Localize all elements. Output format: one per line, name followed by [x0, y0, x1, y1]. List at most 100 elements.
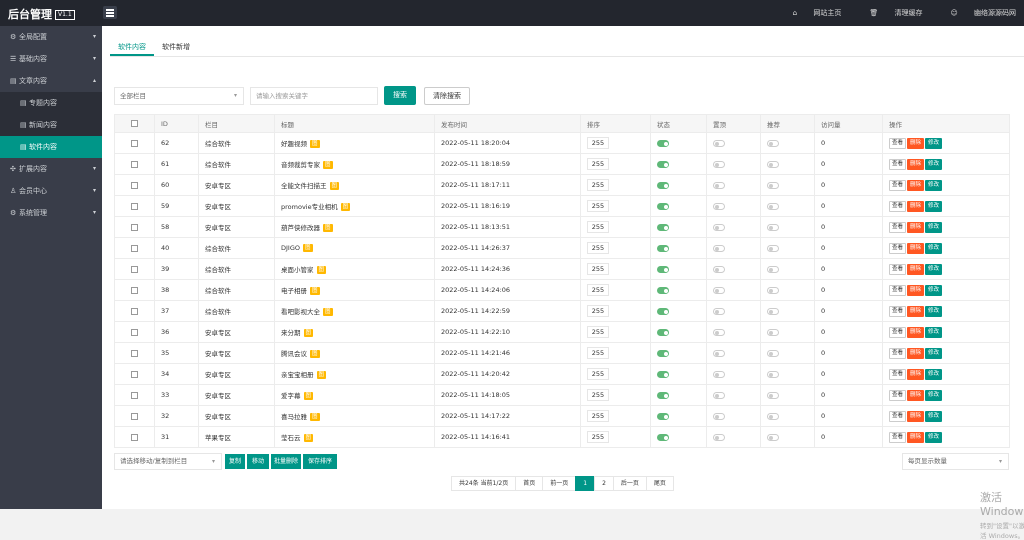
top-link-3[interactable]: ☺ 幽络源源码网 [936, 9, 1016, 17]
row-checkbox[interactable] [131, 244, 138, 252]
top-toggle[interactable] [713, 160, 725, 168]
view-button[interactable]: 查看 [889, 137, 907, 149]
status-toggle[interactable] [657, 412, 669, 420]
select-all-checkbox-cell[interactable] [114, 114, 155, 133]
tab-2[interactable]: 软件新增 [154, 40, 198, 54]
top-toggle[interactable] [713, 349, 725, 357]
sort-input[interactable]: 255 [587, 431, 609, 443]
row-checkbox-cell[interactable] [114, 363, 155, 385]
row-checkbox-cell[interactable] [114, 195, 155, 217]
recommend-toggle[interactable] [767, 160, 779, 168]
sort-input[interactable]: 255 [587, 410, 609, 422]
sort-input[interactable]: 255 [587, 368, 609, 380]
top-toggle[interactable] [713, 370, 725, 378]
view-button[interactable]: 查看 [889, 158, 907, 170]
edit-button[interactable]: 修改 [925, 368, 943, 380]
sort-input[interactable]: 255 [587, 158, 609, 170]
batch-delete-button[interactable]: 批量删除 [271, 454, 301, 469]
sidebar-item-5[interactable]: ♙ 会员中心 ▾ [0, 180, 102, 202]
row-checkbox-cell[interactable] [114, 405, 155, 427]
page-2-button[interactable]: 2 [594, 476, 614, 491]
row-checkbox[interactable] [131, 370, 138, 378]
delete-button[interactable]: 删除 [907, 347, 925, 359]
delete-button[interactable]: 删除 [907, 284, 925, 296]
row-checkbox[interactable] [131, 223, 138, 231]
row-checkbox[interactable] [131, 160, 138, 168]
top-toggle[interactable] [713, 139, 725, 147]
row-checkbox-cell[interactable] [114, 426, 155, 448]
recommend-toggle[interactable] [767, 223, 779, 231]
status-toggle[interactable] [657, 370, 669, 378]
recommend-toggle[interactable] [767, 286, 779, 294]
delete-button[interactable]: 删除 [907, 200, 925, 212]
top-toggle[interactable] [713, 286, 725, 294]
top-toggle[interactable] [713, 391, 725, 399]
row-checkbox-cell[interactable] [114, 132, 155, 154]
tab-1[interactable]: 软件内容 [110, 40, 154, 56]
recommend-toggle[interactable] [767, 328, 779, 336]
page-1-button[interactable]: 1 [575, 476, 596, 491]
last-page-button[interactable]: 尾页 [645, 476, 674, 491]
recommend-toggle[interactable] [767, 349, 779, 357]
top-toggle[interactable] [713, 328, 725, 336]
status-toggle[interactable] [657, 160, 669, 168]
delete-button[interactable]: 删除 [907, 389, 925, 401]
delete-button[interactable]: 删除 [907, 221, 925, 233]
category-filter-select[interactable]: 全部栏目 ▾ [114, 87, 244, 105]
top-toggle[interactable] [713, 307, 725, 315]
view-button[interactable]: 查看 [889, 242, 907, 254]
sidebar-subitem-1[interactable]: ▤ 专题内容 [0, 92, 102, 114]
status-toggle[interactable] [657, 202, 669, 210]
row-checkbox[interactable] [131, 349, 138, 357]
top-toggle[interactable] [713, 223, 725, 231]
sort-input[interactable]: 255 [587, 179, 609, 191]
sidebar-item-3[interactable]: ▤ 文章内容 ▴ [0, 70, 102, 92]
row-checkbox-cell[interactable] [114, 321, 155, 343]
sort-input[interactable]: 255 [587, 263, 609, 275]
sort-input[interactable]: 255 [587, 326, 609, 338]
sidebar-item-1[interactable]: ⚙ 全局配置 ▾ [0, 26, 102, 48]
row-checkbox-cell[interactable] [114, 153, 155, 175]
status-toggle[interactable] [657, 286, 669, 294]
status-toggle[interactable] [657, 391, 669, 399]
row-checkbox[interactable] [131, 391, 138, 399]
view-button[interactable]: 查看 [889, 347, 907, 359]
row-checkbox[interactable] [131, 328, 138, 336]
view-button[interactable]: 查看 [889, 200, 907, 212]
view-button[interactable]: 查看 [889, 389, 907, 401]
row-checkbox[interactable] [131, 412, 138, 420]
sort-input[interactable]: 255 [587, 284, 609, 296]
view-button[interactable]: 查看 [889, 221, 907, 233]
sidebar-item-2[interactable]: ☰ 基础内容 ▾ [0, 48, 102, 70]
edit-button[interactable]: 修改 [925, 221, 943, 233]
menu-toggle-icon[interactable] [103, 6, 117, 19]
view-button[interactable]: 查看 [889, 284, 907, 296]
recommend-toggle[interactable] [767, 265, 779, 273]
top-toggle[interactable] [713, 202, 725, 210]
view-button[interactable]: 查看 [889, 179, 907, 191]
delete-button[interactable]: 删除 [907, 431, 925, 443]
search-input[interactable]: 请输入搜索关键字 [250, 87, 378, 105]
sort-input[interactable]: 255 [587, 305, 609, 317]
edit-button[interactable]: 修改 [925, 158, 943, 170]
delete-button[interactable]: 删除 [907, 179, 925, 191]
row-checkbox-cell[interactable] [114, 258, 155, 280]
top-toggle[interactable] [713, 433, 725, 441]
view-button[interactable]: 查看 [889, 305, 907, 317]
clear-search-button[interactable]: 清除搜索 [424, 87, 470, 105]
sidebar-item-6[interactable]: ⚙ 系统管理 ▾ [0, 202, 102, 224]
top-toggle[interactable] [713, 412, 725, 420]
row-checkbox-cell[interactable] [114, 216, 155, 238]
edit-button[interactable]: 修改 [925, 137, 943, 149]
row-checkbox-cell[interactable] [114, 174, 155, 196]
row-checkbox-cell[interactable] [114, 300, 155, 322]
delete-button[interactable]: 删除 [907, 410, 925, 422]
status-toggle[interactable] [657, 349, 669, 357]
view-button[interactable]: 查看 [889, 326, 907, 338]
sort-input[interactable]: 255 [587, 347, 609, 359]
next-page-button[interactable]: 后一页 [612, 476, 647, 491]
edit-button[interactable]: 修改 [925, 347, 943, 359]
search-button[interactable]: 搜索 [384, 86, 416, 105]
prev-page-button[interactable]: 前一页 [542, 476, 577, 491]
recommend-toggle[interactable] [767, 412, 779, 420]
